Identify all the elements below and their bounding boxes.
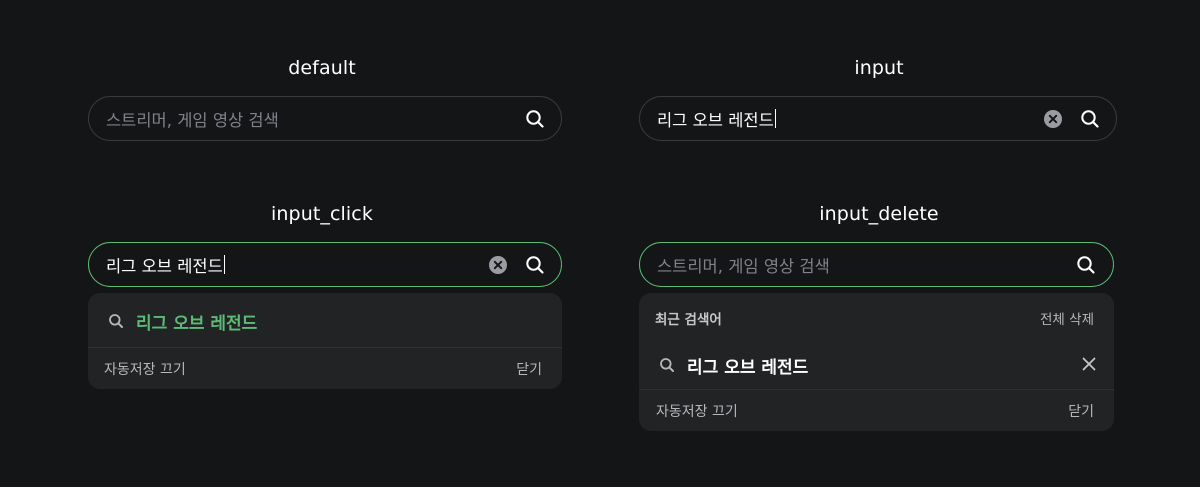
- state-title-input-delete: input_delete: [819, 203, 939, 225]
- recent-searches-label: 최근 검색어: [655, 312, 722, 328]
- search-icon: [659, 357, 675, 373]
- recent-search-item[interactable]: 리그 오브 레전드: [639, 341, 1114, 389]
- recent-search-dropdown: 최근 검색어 전체 삭제 리그 오브 레전드 자동저장 끄기 닫기: [639, 293, 1114, 431]
- text-caret: [223, 255, 225, 274]
- clear-circle-icon[interactable]: [486, 253, 510, 277]
- clear-circle-icon[interactable]: [1041, 107, 1065, 131]
- delete-all-button[interactable]: 전체 삭제: [1040, 308, 1094, 328]
- search-icon[interactable]: [1074, 253, 1098, 277]
- suggestion-text: 리그 오브 레전드: [136, 314, 258, 334]
- search-box-input-delete[interactable]: 스트리머, 게임 영상 검색: [639, 242, 1114, 287]
- search-icon: [108, 313, 124, 329]
- text-caret: [774, 109, 776, 128]
- search-value-text: 리그 오브 레전드: [657, 110, 774, 130]
- recent-search-text: 리그 오브 레전드: [687, 358, 809, 378]
- search-box-input-click[interactable]: 리그 오브 레전드: [88, 242, 562, 287]
- search-states-canvas: default 스트리머, 게임 영상 검색 input 리그 오브 레전드 i…: [0, 0, 1200, 487]
- search-box-default[interactable]: 스트리머, 게임 영상 검색: [88, 96, 562, 141]
- suggestion-item[interactable]: 리그 오브 레전드: [88, 293, 562, 347]
- dropdown-divider: [88, 347, 562, 348]
- state-title-input-click: input_click: [271, 203, 373, 225]
- search-icon[interactable]: [523, 253, 547, 277]
- dropdown-divider: [639, 389, 1114, 390]
- state-title-input: input: [854, 57, 904, 79]
- close-button[interactable]: 닫기: [1068, 401, 1094, 421]
- autosave-off-button[interactable]: 자동저장 끄기: [656, 401, 738, 421]
- search-placeholder[interactable]: 스트리머, 게임 영상 검색: [657, 243, 830, 286]
- close-button[interactable]: 닫기: [516, 359, 542, 379]
- search-placeholder[interactable]: 스트리머, 게임 영상 검색: [106, 97, 279, 140]
- search-input-value[interactable]: 리그 오브 레전드: [106, 243, 225, 286]
- search-box-input[interactable]: 리그 오브 레전드: [639, 96, 1117, 141]
- search-icon[interactable]: [1078, 107, 1102, 131]
- suggestion-dropdown: 리그 오브 레전드 자동저장 끄기 닫기: [88, 293, 562, 389]
- search-input-value[interactable]: 리그 오브 레전드: [657, 97, 776, 140]
- state-title-default: default: [288, 57, 356, 79]
- close-icon[interactable]: [1080, 355, 1098, 373]
- search-icon[interactable]: [523, 107, 547, 131]
- autosave-off-button[interactable]: 자동저장 끄기: [104, 359, 186, 379]
- search-value-text: 리그 오브 레전드: [106, 256, 223, 276]
